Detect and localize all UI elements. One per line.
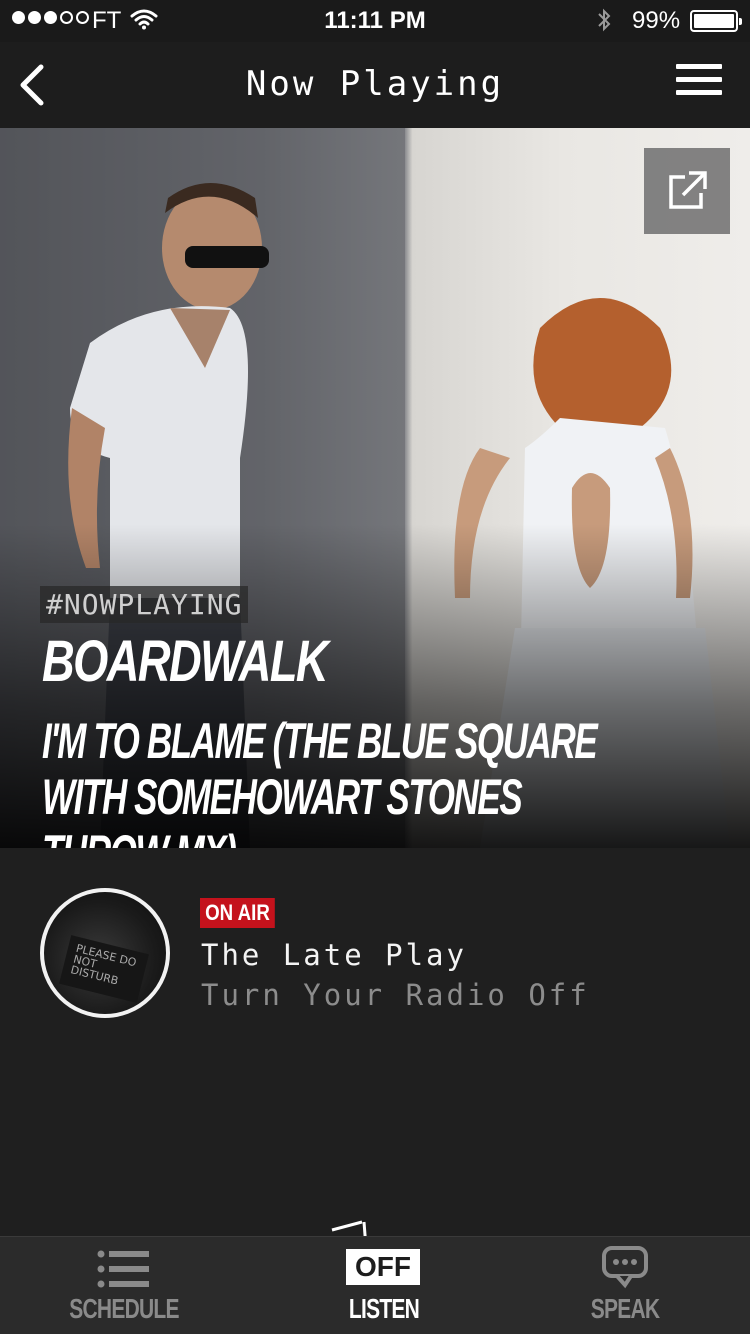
on-air-badge: ON AIR <box>200 898 275 928</box>
album-artwork: #NOWPLAYING BOARDWALK I'M TO BLAME (THE … <box>0 128 750 848</box>
show-avatar[interactable]: PLEASE DO NOT DISTURB <box>40 888 170 1018</box>
avatar-sign-image: PLEASE DO NOT DISTURB <box>59 935 149 1003</box>
tab-speak[interactable]: SPEAK <box>535 1237 715 1334</box>
battery-percentage: 99% <box>632 7 681 34</box>
show-name[interactable]: The Late Play <box>201 938 467 972</box>
tab-bar: SCHEDULE OFF LISTEN SPEAK <box>0 1236 750 1334</box>
navigation-bar: Now Playing <box>0 42 750 128</box>
external-link-icon <box>669 171 707 209</box>
battery-icon <box>690 10 742 32</box>
track-title: I'M TO BLAME (THE BLUE SQUARE WITH SOMEH… <box>42 713 598 848</box>
list-icon <box>97 1250 149 1288</box>
hamburger-menu-icon <box>676 64 722 69</box>
nowplaying-hashtag: #NOWPLAYING <box>40 586 249 623</box>
status-bar: FT 11:11 PM 99% <box>0 0 750 42</box>
radio-off-badge: OFF <box>346 1249 420 1285</box>
tab-listen-label: LISTEN <box>348 1293 420 1324</box>
on-air-section: PLEASE DO NOT DISTURB ON AIR The Late Pl… <box>0 848 750 1236</box>
tab-listen[interactable]: OFF LISTEN <box>294 1237 474 1334</box>
show-subtitle: Turn Your Radio Off <box>201 978 590 1012</box>
bluetooth-icon <box>596 8 612 39</box>
tab-schedule-label: SCHEDULE <box>69 1293 179 1324</box>
tab-speak-label: SPEAK <box>590 1293 660 1324</box>
artist-name: BOARDWALK <box>42 629 329 694</box>
menu-button[interactable] <box>676 64 722 104</box>
now-playing-screen: FT 11:11 PM 99% Now Playing #NOWPLAYING … <box>0 0 750 1334</box>
speech-bubble-icon <box>602 1246 648 1289</box>
page-title: Now Playing <box>245 64 505 104</box>
tab-schedule[interactable]: SCHEDULE <box>34 1237 214 1334</box>
share-button[interactable] <box>644 148 730 234</box>
